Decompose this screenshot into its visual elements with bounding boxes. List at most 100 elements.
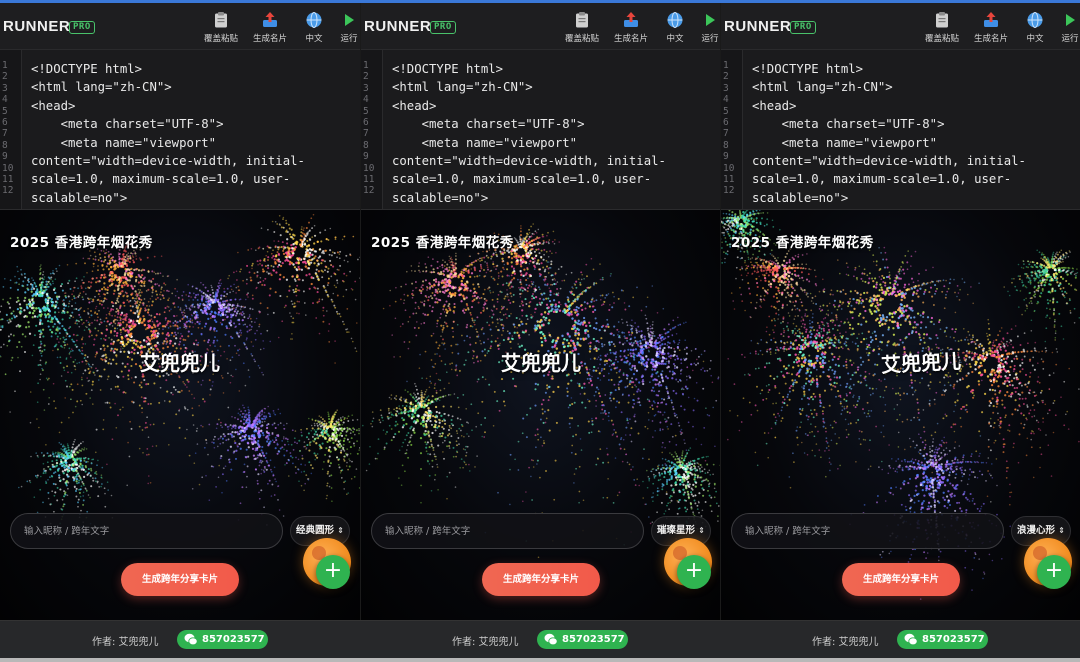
firework-spark <box>165 337 168 340</box>
firework-spark <box>267 272 270 275</box>
firework-spark <box>706 414 709 416</box>
firework-spark <box>228 458 231 461</box>
firework-spark <box>185 305 188 308</box>
firework-spark <box>147 382 150 386</box>
firework-spark <box>352 235 355 238</box>
firework-spark <box>606 318 609 321</box>
generate-share-card-button[interactable]: 生成跨年分享卡片 <box>121 563 239 596</box>
firework-spark <box>339 439 342 442</box>
firework-spark <box>191 393 193 396</box>
firework-spark <box>121 261 124 264</box>
firework-spark <box>106 481 109 484</box>
firework-spark <box>71 311 74 314</box>
firework-spark <box>301 454 304 457</box>
firework-spark <box>429 380 431 383</box>
firework-spark <box>27 277 30 281</box>
firework-spark <box>263 465 266 469</box>
firework-spark <box>47 296 50 300</box>
firework-spark <box>142 339 146 342</box>
firework-spark <box>160 286 163 289</box>
firework-spark <box>193 462 196 464</box>
fireworks-stage[interactable]: 2025 香港跨年烟花秀 艾兜兜儿 璀璨星形 ⇕ + 生成跨年分享卡片 <box>361 210 720 620</box>
firework-spark <box>260 468 263 471</box>
firework-spark <box>283 306 286 309</box>
firework-spark <box>103 282 106 285</box>
firework-spark <box>158 343 160 346</box>
firework-spark <box>184 325 187 328</box>
firework-spark <box>203 400 206 403</box>
firework-spark <box>36 401 39 403</box>
firework-spark <box>553 282 556 286</box>
firework-spark <box>492 425 495 427</box>
firework-spark <box>52 453 55 456</box>
firework-spark <box>82 468 85 471</box>
firework-spark <box>227 303 230 306</box>
firework-spark <box>257 432 261 436</box>
firework-spark <box>127 300 130 303</box>
nickname-input[interactable] <box>10 513 283 549</box>
firework-spark <box>276 246 279 249</box>
fireworks-stage[interactable]: 2025 香港跨年烟花秀 艾兜兜儿 经典圆形 ⇕ + 生成跨年分享卡片 <box>0 210 360 620</box>
run-button[interactable]: 运行 <box>337 11 360 47</box>
firework-spark <box>254 321 256 323</box>
firework-spark <box>291 338 294 340</box>
firework-spark <box>85 392 88 395</box>
code-editor[interactable]: 1 2 3 4 5 6 7 8 9 10 11 12 <!DOCTYPE htm… <box>0 50 360 210</box>
firework-spark <box>80 287 83 289</box>
code-line: <meta name="viewport" <box>392 135 578 150</box>
firework-spark <box>235 425 237 428</box>
paste-overwrite-button[interactable]: 覆盖粘贴 <box>198 11 244 47</box>
code-editor[interactable]: 1 2 3 4 5 6 7 8 9 10 11 12 <!DOCTYPE htm… <box>361 50 720 210</box>
firework-spark <box>67 305 70 308</box>
firework-spark <box>350 337 353 340</box>
generate-card-button[interactable]: 生成名片 <box>608 11 654 47</box>
firework-spark <box>548 429 551 432</box>
firework-spark <box>79 399 82 402</box>
firework-spark <box>612 334 615 337</box>
firework-spark <box>303 445 305 448</box>
firework-spark <box>94 477 97 480</box>
generate-card-button[interactable]: 生成名片 <box>247 11 293 47</box>
firework-spark <box>107 320 109 322</box>
firework-spark <box>242 404 244 407</box>
firework-spark <box>581 308 584 312</box>
firework-spark <box>40 475 42 478</box>
firework-spark <box>500 378 504 381</box>
firework-spark <box>618 443 621 446</box>
firework-spark <box>339 472 342 474</box>
firework-spark <box>263 284 266 287</box>
language-button[interactable]: 中文 <box>291 11 337 47</box>
firework-spark <box>332 292 335 295</box>
language-label: 中文 <box>666 34 684 44</box>
firework-spark <box>105 314 108 316</box>
firework-spark <box>576 296 579 299</box>
firework-spark <box>578 293 581 296</box>
firework-spark <box>490 340 493 343</box>
firework-spark <box>277 434 280 437</box>
run-button[interactable]: 运行 <box>698 11 720 47</box>
firework-spark <box>290 228 293 231</box>
firework-spark <box>240 332 243 334</box>
firework-spark <box>209 293 212 297</box>
firework-spark <box>29 391 32 393</box>
language-button[interactable]: 中文 <box>652 11 698 47</box>
firework-spark <box>574 329 578 333</box>
firework-spark <box>187 295 190 298</box>
firework-spark <box>113 334 116 337</box>
firework-spark <box>81 481 84 483</box>
paste-overwrite-button[interactable]: 覆盖粘贴 <box>559 11 605 47</box>
add-button[interactable]: + <box>316 555 350 589</box>
firework-spark <box>14 275 16 278</box>
firework-spark <box>72 479 76 482</box>
firework-spark <box>219 297 223 300</box>
firework-spark <box>283 424 285 426</box>
firework-spark <box>211 441 213 443</box>
firework-spark <box>156 296 159 299</box>
firework-spark <box>72 476 75 479</box>
firework-spark <box>599 395 602 398</box>
firework-spark <box>289 235 293 239</box>
firework-spark <box>539 331 542 334</box>
firework-spark <box>243 343 246 346</box>
firework-spark <box>131 400 134 403</box>
firework-spark <box>47 325 50 328</box>
